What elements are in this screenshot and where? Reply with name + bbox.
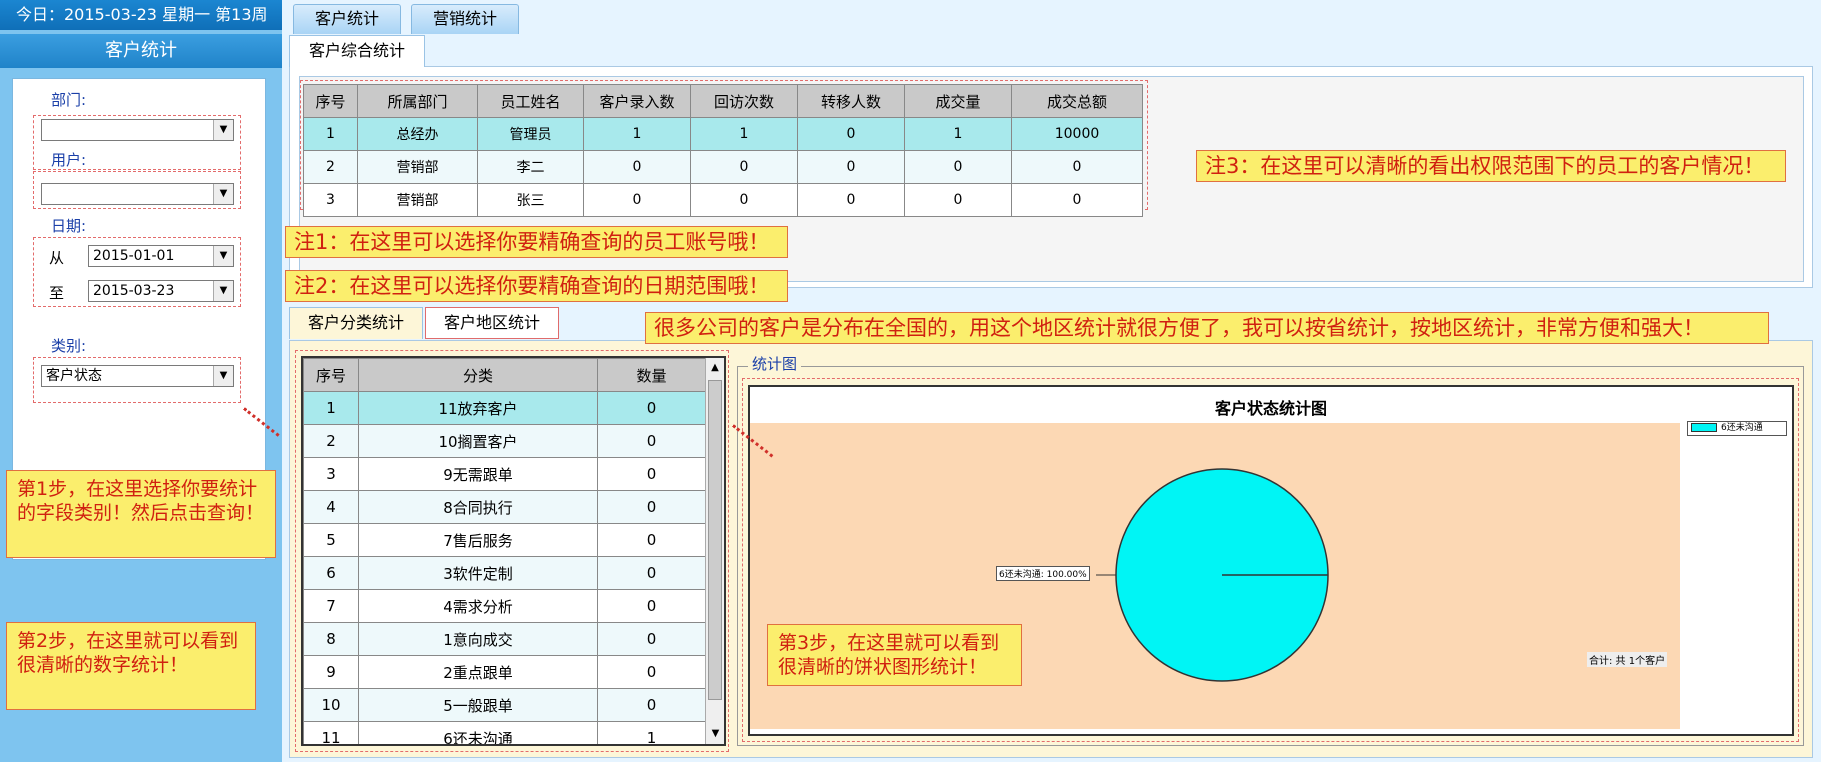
tab-summary[interactable]: 客户综合统计	[289, 35, 425, 67]
legend-swatch	[1691, 423, 1717, 432]
scroll-down-icon[interactable]: ▼	[706, 724, 724, 744]
col-header: 成交量	[904, 84, 1012, 118]
table-row[interactable]: 5 7售后服务 0	[303, 523, 706, 557]
region-callout: 很多公司的客户是分布在全国的，用这个地区统计就很方便了，我可以按省统计，按地区统…	[645, 312, 1769, 344]
table-row[interactable]: 1 11放弃客户 0	[303, 391, 706, 425]
tab-customer-stats[interactable]: 客户统计	[293, 4, 401, 34]
col-header: 转移人数	[797, 84, 905, 118]
table-row[interactable]: 3 9无需跟单 0	[303, 457, 706, 491]
step2-callout: 第2步，在这里就可以看到很清晰的数字统计！	[6, 622, 256, 710]
slice-label: 6还未沟通: 100.00%	[996, 566, 1090, 581]
date-label: 日期:	[51, 217, 87, 235]
user-select[interactable]: ▼	[41, 183, 234, 205]
chart-group-label: 统计图	[748, 353, 802, 374]
category-select[interactable]: 客户状态 ▼	[41, 365, 234, 387]
to-label: 至	[49, 284, 65, 302]
chevron-down-icon: ▼	[213, 184, 233, 204]
table-row[interactable]: 2 营销部 李二 0 0 0 0 0	[303, 150, 1143, 184]
from-label: 从	[49, 249, 65, 267]
table-row[interactable]: 8 1意向成交 0	[303, 622, 706, 656]
note3-callout: 注3：在这里可以清晰的看出权限范围下的员工的客户情况！	[1196, 150, 1786, 182]
scrollbar[interactable]: ▲ ▼	[705, 358, 724, 744]
step1-callout: 第1步，在这里选择你要统计的字段类别！然后点击查询！	[6, 470, 276, 558]
user-label: 用户:	[51, 151, 87, 169]
col-header: 员工姓名	[477, 84, 584, 118]
table-row[interactable]: 11 6还未沟通 1	[303, 721, 706, 744]
tab-marketing-stats[interactable]: 营销统计	[411, 4, 519, 34]
table-row[interactable]: 9 2重点跟单 0	[303, 655, 706, 689]
col-header: 序号	[303, 84, 358, 118]
category-table: 序号 分类 数量 1 11放弃客户 0 2 10搁置客户 0 3 9无需跟单 0 4 8合同执…	[303, 358, 706, 744]
scroll-thumb[interactable]	[708, 380, 722, 700]
table-row[interactable]: 10 5一般跟单 0	[303, 688, 706, 722]
tab-category-stats[interactable]: 客户分类统计	[289, 307, 423, 339]
table-row[interactable]: 7 4需求分析 0	[303, 589, 706, 623]
chevron-down-icon: ▼	[213, 281, 233, 301]
col-header: 成交总额	[1011, 84, 1143, 118]
chevron-down-icon: ▼	[213, 246, 233, 266]
to-date-select[interactable]: 2015-03-23 ▼	[88, 280, 234, 302]
col-header: 数量	[597, 358, 706, 392]
dept-label: 部门:	[51, 91, 87, 109]
table-row[interactable]: 3 营销部 张三 0 0 0 0 0	[303, 183, 1143, 217]
table-row[interactable]: 2 10搁置客户 0	[303, 424, 706, 458]
category-label: 类别:	[51, 337, 87, 355]
col-header: 序号	[303, 358, 359, 392]
dept-select[interactable]: ▼	[41, 119, 234, 141]
chart-legend: 6还未沟通	[1687, 421, 1787, 436]
col-header: 客户录入数	[583, 84, 691, 118]
chevron-down-icon: ▼	[213, 366, 233, 386]
table-row[interactable]: 4 8合同执行 0	[303, 490, 706, 524]
summary-table: 序号 所属部门 员工姓名 客户录入数 回访次数 转移人数 成交量 成交总额 1总…	[303, 84, 1143, 217]
col-header: 分类	[358, 358, 598, 392]
note2-callout: 注2：在这里可以选择你要精确查询的日期范围哦！	[285, 270, 788, 302]
note1-callout: 注1：在这里可以选择你要精确查询的员工账号哦！	[285, 226, 788, 258]
category-table-scroll[interactable]: 序号 分类 数量 1 11放弃客户 0 2 10搁置客户 0 3 9无需跟单 0 4 8合同执…	[301, 356, 726, 746]
table-row[interactable]: 6 3软件定制 0	[303, 556, 706, 590]
col-header: 所属部门	[357, 84, 478, 118]
from-date-select[interactable]: 2015-01-01 ▼	[88, 245, 234, 267]
chart-footer: 合计: 共 1个客户	[1587, 652, 1668, 667]
col-header: 回访次数	[690, 84, 798, 118]
scroll-up-icon[interactable]: ▲	[706, 358, 724, 378]
step3-callout: 第3步，在这里就可以看到很清晰的饼状图形统计！	[767, 624, 1022, 686]
tab-region-stats[interactable]: 客户地区统计	[425, 307, 559, 339]
date-bar: 今日：2015-03-23 星期一 第13周	[0, 0, 282, 30]
legend-label: 6还未沟通	[1721, 423, 1763, 433]
chevron-down-icon: ▼	[213, 120, 233, 140]
sidebar-title: 客户统计	[0, 34, 282, 68]
table-row[interactable]: 1 总经办 管理员 1 1 0 1 10000	[303, 117, 1143, 151]
